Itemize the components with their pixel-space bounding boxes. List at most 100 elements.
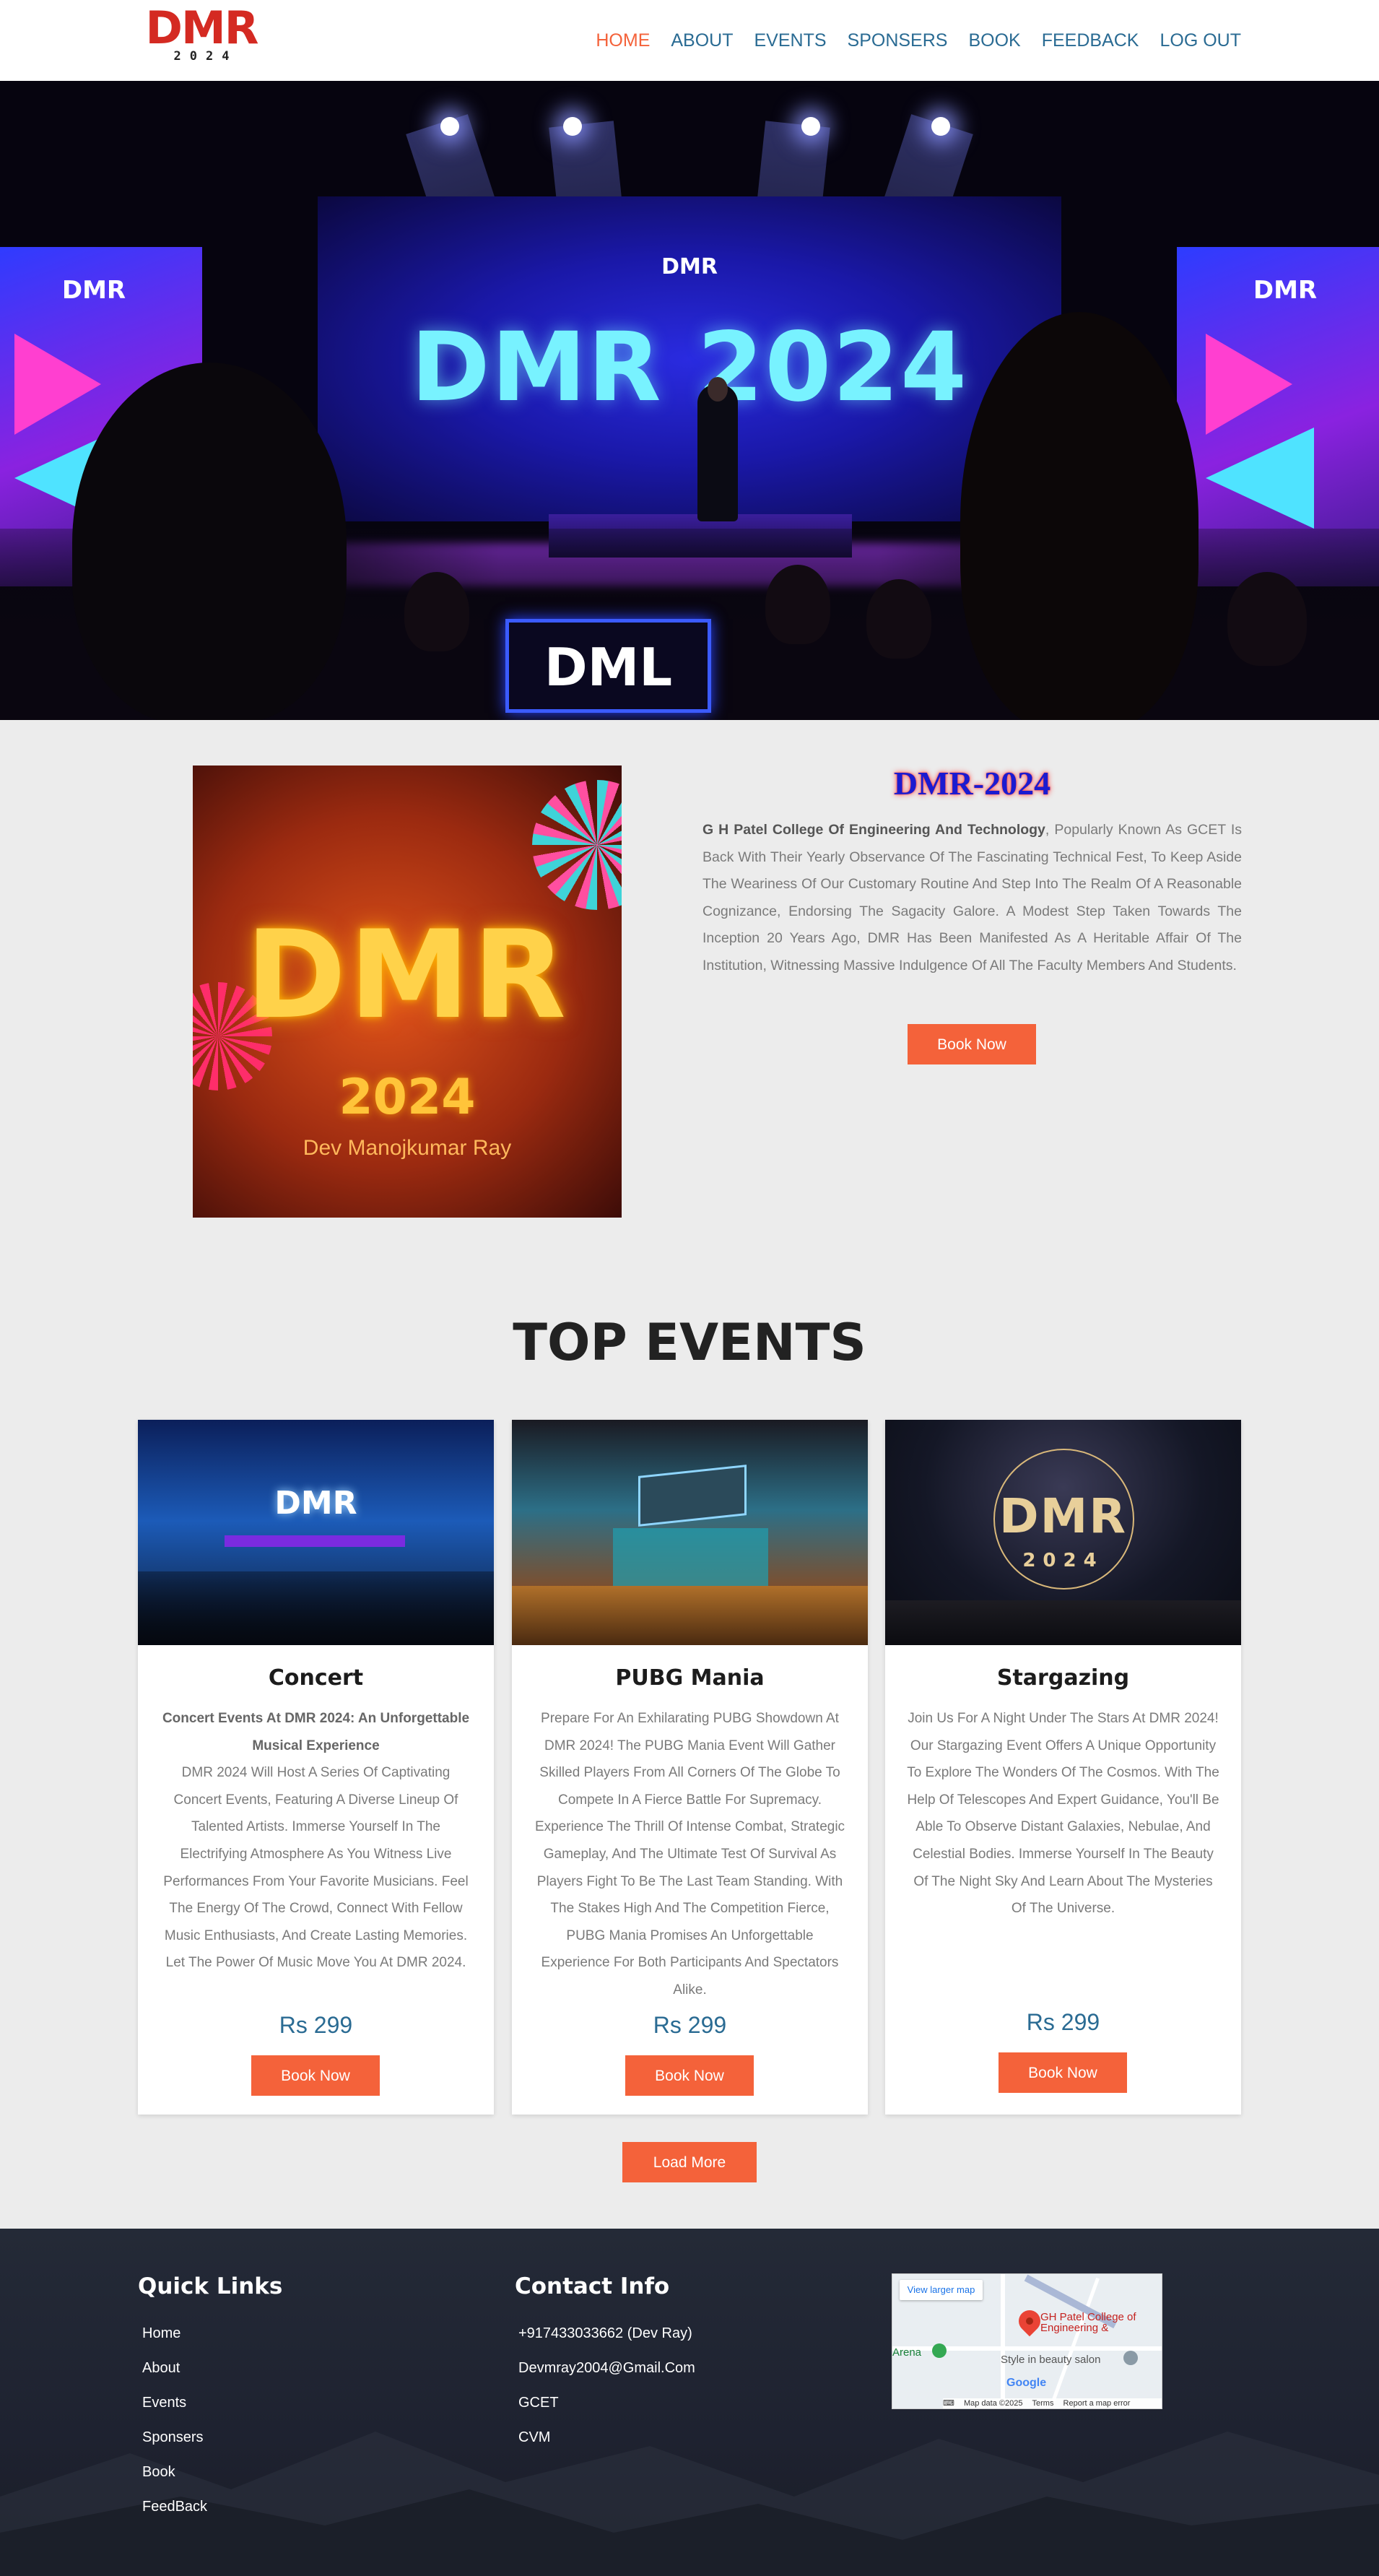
audience-silhouette [866,579,931,659]
map-place-label: GH Patel College of Engineering & [1040,2311,1136,2334]
event-title: Concert [268,1665,364,1691]
nav-events[interactable]: EVENTS [754,26,827,55]
event-price: Rs 299 [653,2012,727,2038]
nav-sponsers[interactable]: SPONSERS [848,26,948,55]
logo-year: 2024 [173,49,238,64]
event-image-text: DMR [274,1485,357,1522]
about-text-body: , Popularly Known As GCET Is Back With T… [702,822,1242,973]
poster-title: DMR [245,904,569,1046]
about-description: G H Patel College Of Engineering And Tec… [702,817,1242,980]
speaker-figure [697,384,738,521]
mountains-background [0,2432,1379,2576]
location-map[interactable]: View larger map GH Patel College of Engi… [892,2273,1162,2409]
map-salon-label: Style in beauty salon [1001,2354,1101,2366]
logo-text: DMR [145,1,259,54]
event-image-text: DMR [999,1488,1128,1544]
keyboard-icon[interactable]: ⌨ [943,2399,954,2408]
poster-name: Dev Manojkumar Ray [303,1136,512,1160]
podium-sign-text: DML [544,637,673,698]
event-subtitle: Concert Events At DMR 2024: An Unforgett… [162,1711,470,1753]
stage-small-logo: DMR [661,254,718,279]
map-terms-link[interactable]: Terms [1032,2399,1054,2408]
stage-light [563,117,582,136]
audience-silhouette [404,572,469,651]
arena-screen [638,1465,747,1527]
event-description: Concert Events At DMR 2024: An Unforgett… [158,1705,474,1977]
about-college-name: G H Patel College Of Engineering And Tec… [702,822,1045,838]
arena-stage [613,1528,768,1586]
event-title: Stargazing [996,1665,1130,1691]
quick-links-title: Quick Links [138,2273,283,2299]
about-title: DMR-2024 [893,765,1051,802]
event-book-now-button[interactable]: Book Now [251,2055,380,2096]
event-description-text: DMR 2024 Will Host A Series Of Captivati… [163,1765,469,1971]
audience-silhouette [1227,572,1307,666]
stage-light [931,117,950,136]
podium-sign: DML [505,619,711,713]
footer-link-book[interactable]: Book [142,2464,175,2481]
event-description: Prepare For An Exhilarating PUBG Showdow… [532,1705,848,2004]
speaker-head [708,377,728,402]
event-book-now-button[interactable]: Book Now [625,2055,754,2096]
poster-year: 2024 [339,1069,476,1126]
side-panel-logo: DMR [61,276,126,305]
hero-banner: DMR DMR DMR DMR 2024 DML [0,81,1379,720]
event-image-stargazing: DMR 2024 [885,1420,1241,1645]
about-poster-image: DMR 2024 Dev Manojkumar Ray [193,766,622,1218]
side-panel-logo: DMR [1253,276,1318,305]
view-larger-map-link[interactable]: View larger map [900,2280,983,2300]
event-description: Join Us For A Night Under The Stars At D… [905,1705,1221,1922]
event-book-now-button[interactable]: Book Now [999,2052,1127,2093]
site-header: DMR 2024 HOME ABOUT EVENTS SPONSERS BOOK… [0,0,1379,81]
map-poi-icon [932,2343,947,2358]
events-section-title: TOP EVENTS [513,1313,866,1372]
footer-link-home[interactable]: Home [142,2325,180,2342]
event-description-text: Prepare For An Exhilarating PUBG Showdow… [534,1711,845,1998]
map-data-label: Map data ©2025 [963,2399,1023,2408]
stage-light [801,117,820,136]
event-image-year: 2024 [1022,1550,1104,1571]
main-nav: HOME ABOUT EVENTS SPONSERS BOOK FEEDBACK… [575,26,1241,55]
site-footer: Quick Links Home About Events Sponsers B… [0,2229,1379,2576]
contact-city: CVM [518,2429,551,2445]
contact-phone[interactable]: +917433033662 (Dev Ray) [518,2325,692,2342]
footer-link-sponsers[interactable]: Sponsers [142,2429,204,2446]
event-image-concert: DMR [138,1420,494,1645]
nav-logout[interactable]: LOG OUT [1160,26,1241,55]
crowd-silhouette [138,1571,494,1645]
event-price: Rs 299 [1026,2009,1100,2035]
google-logo: Google [1006,2377,1047,2389]
contact-email[interactable]: Devmray2004@Gmail.Com [518,2360,695,2377]
event-card-stargazing: DMR 2024 Stargazing Join Us For A Night … [885,1420,1241,2115]
event-image-pubg [512,1420,868,1645]
nav-book[interactable]: BOOK [968,26,1020,55]
map-road [1001,2274,1005,2408]
footer-link-events[interactable]: Events [142,2395,186,2411]
event-title: PUBG Mania [615,1665,765,1691]
footer-link-feedback[interactable]: FeedBack [142,2499,207,2515]
nav-about[interactable]: ABOUT [671,26,733,55]
decor-triangle [1206,428,1314,529]
event-card-pubg: PUBG Mania Prepare For An Exhilarating P… [512,1420,868,2115]
map-poi-icon [1123,2351,1138,2365]
audience-silhouette [960,312,1199,720]
nav-feedback[interactable]: FEEDBACK [1042,26,1139,55]
map-arena-label: Arena [892,2346,922,2359]
decor-flower [532,780,622,910]
stage-light [440,117,459,136]
load-more-button[interactable]: Load More [622,2142,757,2182]
contact-college: GCET [518,2395,559,2411]
nav-home[interactable]: HOME [596,26,650,55]
arena-crowd [512,1586,868,1645]
site-logo[interactable]: DMR 2024 [142,4,261,66]
footer-link-about[interactable]: About [142,2360,180,2377]
about-book-now-button[interactable]: Book Now [908,1024,1036,1064]
contact-info-title: Contact Info [515,2273,670,2299]
event-card-concert: DMR Concert Concert Events At DMR 2024: … [138,1420,494,2115]
event-price: Rs 299 [279,2012,353,2038]
event-description-text: Join Us For A Night Under The Stars At D… [907,1711,1219,1917]
stage-glow [225,1535,405,1547]
map-report-link[interactable]: Report a map error [1063,2399,1131,2408]
map-attribution: ⌨ Map data ©2025 Terms Report a map erro… [943,2398,1162,2408]
mountain-silhouette [885,1600,1241,1645]
